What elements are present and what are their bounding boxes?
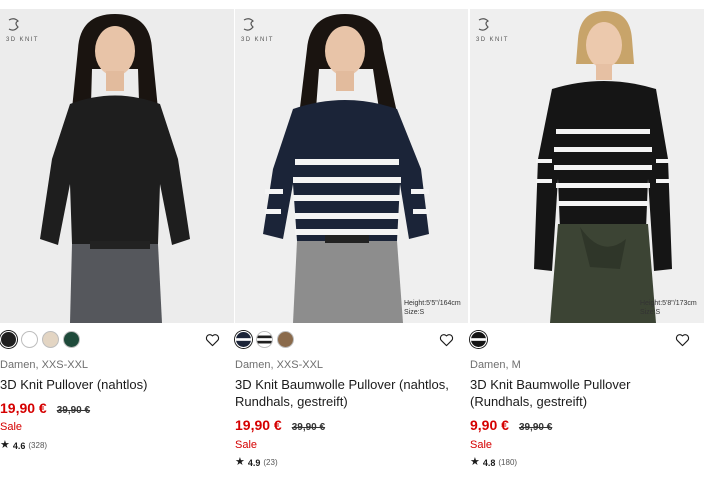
- sale-price: 19,90 €: [235, 417, 282, 433]
- color-swatch-black-stripe[interactable]: [256, 331, 273, 348]
- brand-label: 3D KNIT: [476, 37, 509, 43]
- rating: ★ 4.6 (328): [0, 440, 47, 451]
- gender-size: Damen, XXS-XXL: [0, 359, 89, 371]
- price-line: 19,90 € 39,90 €: [0, 400, 90, 416]
- review-count[interactable]: (328): [28, 441, 47, 450]
- brand-logo: 3D KNIT: [476, 17, 524, 49]
- sale-label: Sale: [0, 421, 23, 433]
- color-swatch-black-stripe[interactable]: [470, 331, 487, 348]
- product-title[interactable]: 3D Knit Baumwolle Pullover (Rundhals, ge…: [470, 376, 690, 410]
- star-icon: ★: [235, 456, 245, 468]
- product-grid: 3D KNIT Damen, XXS-XXL 3D Knit Pullover …: [0, 0, 704, 484]
- brand-logo: 3D KNIT: [6, 17, 54, 49]
- model-size-info: Height:5'8"/173cm Size:S: [640, 300, 697, 316]
- original-price: 39,90 €: [518, 422, 553, 433]
- color-swatches: [235, 331, 294, 349]
- sale-label: Sale: [235, 439, 258, 451]
- product-card[interactable]: 3D KNIT Damen, XXS-XXL 3D Knit Pullover …: [0, 0, 234, 484]
- gender-size: Damen, XXS-XXL: [235, 359, 324, 371]
- rating-score: 4.9: [247, 457, 261, 468]
- 3d-knit-logo-icon: [478, 18, 490, 31]
- 3d-knit-logo-icon: [8, 18, 20, 31]
- product-card[interactable]: 3D KNIT Height:5'8"/173cm Size:S Damen, …: [470, 0, 704, 484]
- 3d-knit-logo-icon: [243, 18, 255, 31]
- heart-outline-icon[interactable]: [205, 333, 220, 347]
- product-image[interactable]: 3D KNIT Height:5'8"/173cm Size:S: [470, 9, 704, 323]
- original-price: 39,90 €: [291, 422, 326, 433]
- heart-outline-icon[interactable]: [439, 333, 454, 347]
- rating: ★ 4.9 (23): [235, 457, 278, 468]
- star-icon: ★: [0, 439, 10, 451]
- heart-outline-icon[interactable]: [675, 333, 690, 347]
- color-swatch-white[interactable]: [21, 331, 38, 348]
- original-price: 39,90 €: [56, 405, 91, 416]
- color-swatches: [0, 331, 80, 349]
- brand-label: 3D KNIT: [241, 37, 274, 43]
- product-title[interactable]: 3D Knit Baumwolle Pullover (nahtlos, Run…: [235, 376, 455, 410]
- rating: ★ 4.8 (180): [470, 457, 517, 468]
- gender-size: Damen, M: [470, 359, 521, 371]
- color-swatch-green[interactable]: [63, 331, 80, 348]
- color-swatch-navy-stripe[interactable]: [235, 331, 252, 348]
- color-swatches: [470, 331, 487, 349]
- color-swatch-beige[interactable]: [42, 331, 59, 348]
- review-count[interactable]: (180): [498, 458, 517, 467]
- model-size-info: Height:5'5"/164cm Size:S: [404, 300, 461, 316]
- color-swatch-black[interactable]: [0, 331, 17, 348]
- product-card[interactable]: 3D KNIT Height:5'5"/164cm Size:S Damen, …: [235, 0, 468, 484]
- color-swatch-brown[interactable]: [277, 331, 294, 348]
- sale-price: 19,90 €: [0, 400, 47, 416]
- product-image[interactable]: 3D KNIT Height:5'5"/164cm Size:S: [235, 9, 468, 323]
- star-icon: ★: [470, 456, 480, 468]
- product-title[interactable]: 3D Knit Pullover (nahtlos): [0, 376, 220, 393]
- product-image[interactable]: 3D KNIT: [0, 9, 234, 323]
- brand-logo: 3D KNIT: [241, 17, 289, 49]
- review-count[interactable]: (23): [263, 458, 277, 467]
- price-line: 9,90 € 39,90 €: [470, 417, 552, 433]
- sale-label: Sale: [470, 439, 493, 451]
- rating-score: 4.8: [482, 457, 496, 468]
- brand-label: 3D KNIT: [6, 37, 39, 43]
- price-line: 19,90 € 39,90 €: [235, 417, 325, 433]
- sale-price: 9,90 €: [470, 417, 509, 433]
- rating-score: 4.6: [12, 440, 26, 451]
